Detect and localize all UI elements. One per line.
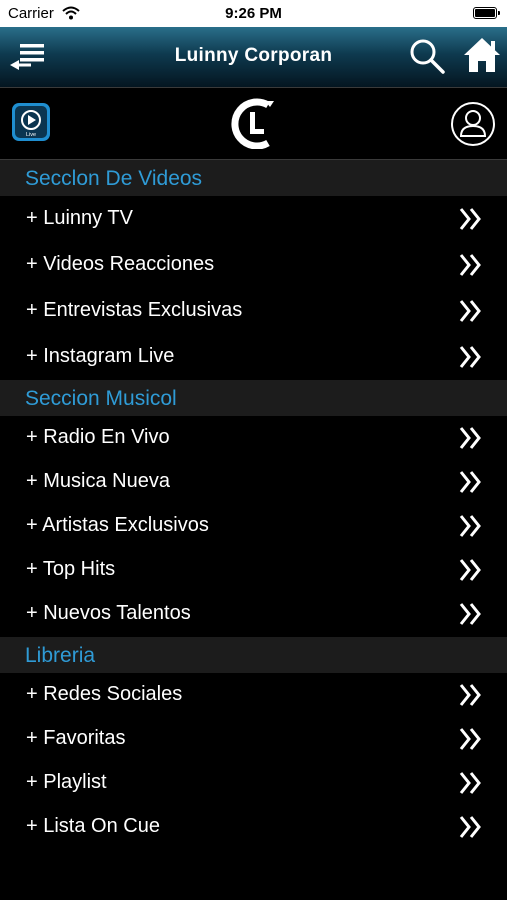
list-item[interactable]: + Lista On Cue — [0, 805, 507, 849]
double-chevron-right-icon — [459, 515, 481, 537]
section-title: Libreria — [25, 644, 96, 667]
list-item-label: + Lista On Cue — [26, 815, 160, 837]
double-chevron-right-icon — [459, 816, 481, 838]
live-video-icon[interactable]: Live — [12, 103, 50, 141]
section-title: Secclon De Videos — [25, 167, 203, 190]
list-item[interactable]: + Entrevistas Exclusivas — [0, 289, 507, 333]
double-chevron-right-icon — [459, 346, 481, 368]
home-icon[interactable] — [462, 36, 502, 74]
double-chevron-right-icon — [459, 300, 481, 322]
double-chevron-right-icon — [459, 684, 481, 706]
double-chevron-right-icon — [459, 603, 481, 625]
list-item[interactable]: + Radio En Vivo — [0, 416, 507, 460]
list-item[interactable]: + Musica Nueva — [0, 460, 507, 504]
list-item[interactable]: + Playlist — [0, 761, 507, 805]
list-item-label: + Nuevos Talentos — [26, 602, 191, 624]
list-item[interactable]: + Artistas Exclusivos — [0, 504, 507, 548]
double-chevron-right-icon — [459, 559, 481, 581]
list-item[interactable]: + Redes Sociales — [0, 673, 507, 717]
nav-bar: Luinny Corporan — [0, 27, 507, 88]
double-chevron-right-icon — [459, 208, 481, 230]
list-item-label: + Redes Sociales — [26, 683, 183, 705]
logo-row: Live — [0, 88, 507, 160]
list-item-label: + Musica Nueva — [26, 470, 170, 492]
user-profile-icon[interactable] — [450, 101, 496, 147]
list-item-label: + Playlist — [26, 771, 107, 793]
battery-icon — [473, 7, 500, 19]
list-item-label: + Artistas Exclusivos — [26, 514, 209, 536]
section-header-videos: Secclon De Videos — [0, 160, 507, 196]
section-header-library: Libreria — [0, 637, 507, 673]
list-item-label: + Favoritas — [26, 727, 126, 749]
section-title: Seccion Musicol — [25, 387, 177, 410]
live-badge-text: Live — [26, 132, 36, 138]
list-item-label: + Entrevistas Exclusivas — [26, 299, 243, 321]
double-chevron-right-icon — [459, 728, 481, 750]
double-chevron-right-icon — [459, 254, 481, 276]
section-header-music: Seccion Musicol — [0, 380, 507, 416]
list-item[interactable]: + Favoritas — [0, 717, 507, 761]
list-item[interactable]: + Top Hits — [0, 548, 507, 592]
status-bar: Carrier 9:26 PM — [0, 0, 507, 27]
list-item[interactable]: + Nuevos Talentos — [0, 592, 507, 636]
double-chevron-right-icon — [459, 427, 481, 449]
list-item[interactable]: + Instagram Live — [0, 335, 507, 379]
list-item[interactable]: + Luinny TV — [0, 197, 507, 241]
double-chevron-right-icon — [459, 772, 481, 794]
brand-logo — [231, 98, 274, 149]
list-item-label: + Videos Reacciones — [26, 253, 215, 275]
list-item-label: + Luinny TV — [26, 207, 133, 229]
status-time: 9:26 PM — [225, 5, 282, 22]
double-chevron-right-icon — [459, 471, 481, 493]
list-item-label: + Radio En Vivo — [26, 426, 170, 448]
list-item-label: + Instagram Live — [26, 345, 175, 367]
list-item[interactable]: + Videos Reacciones — [0, 243, 507, 287]
search-icon[interactable] — [408, 37, 446, 75]
list-item-label: + Top Hits — [26, 558, 116, 580]
